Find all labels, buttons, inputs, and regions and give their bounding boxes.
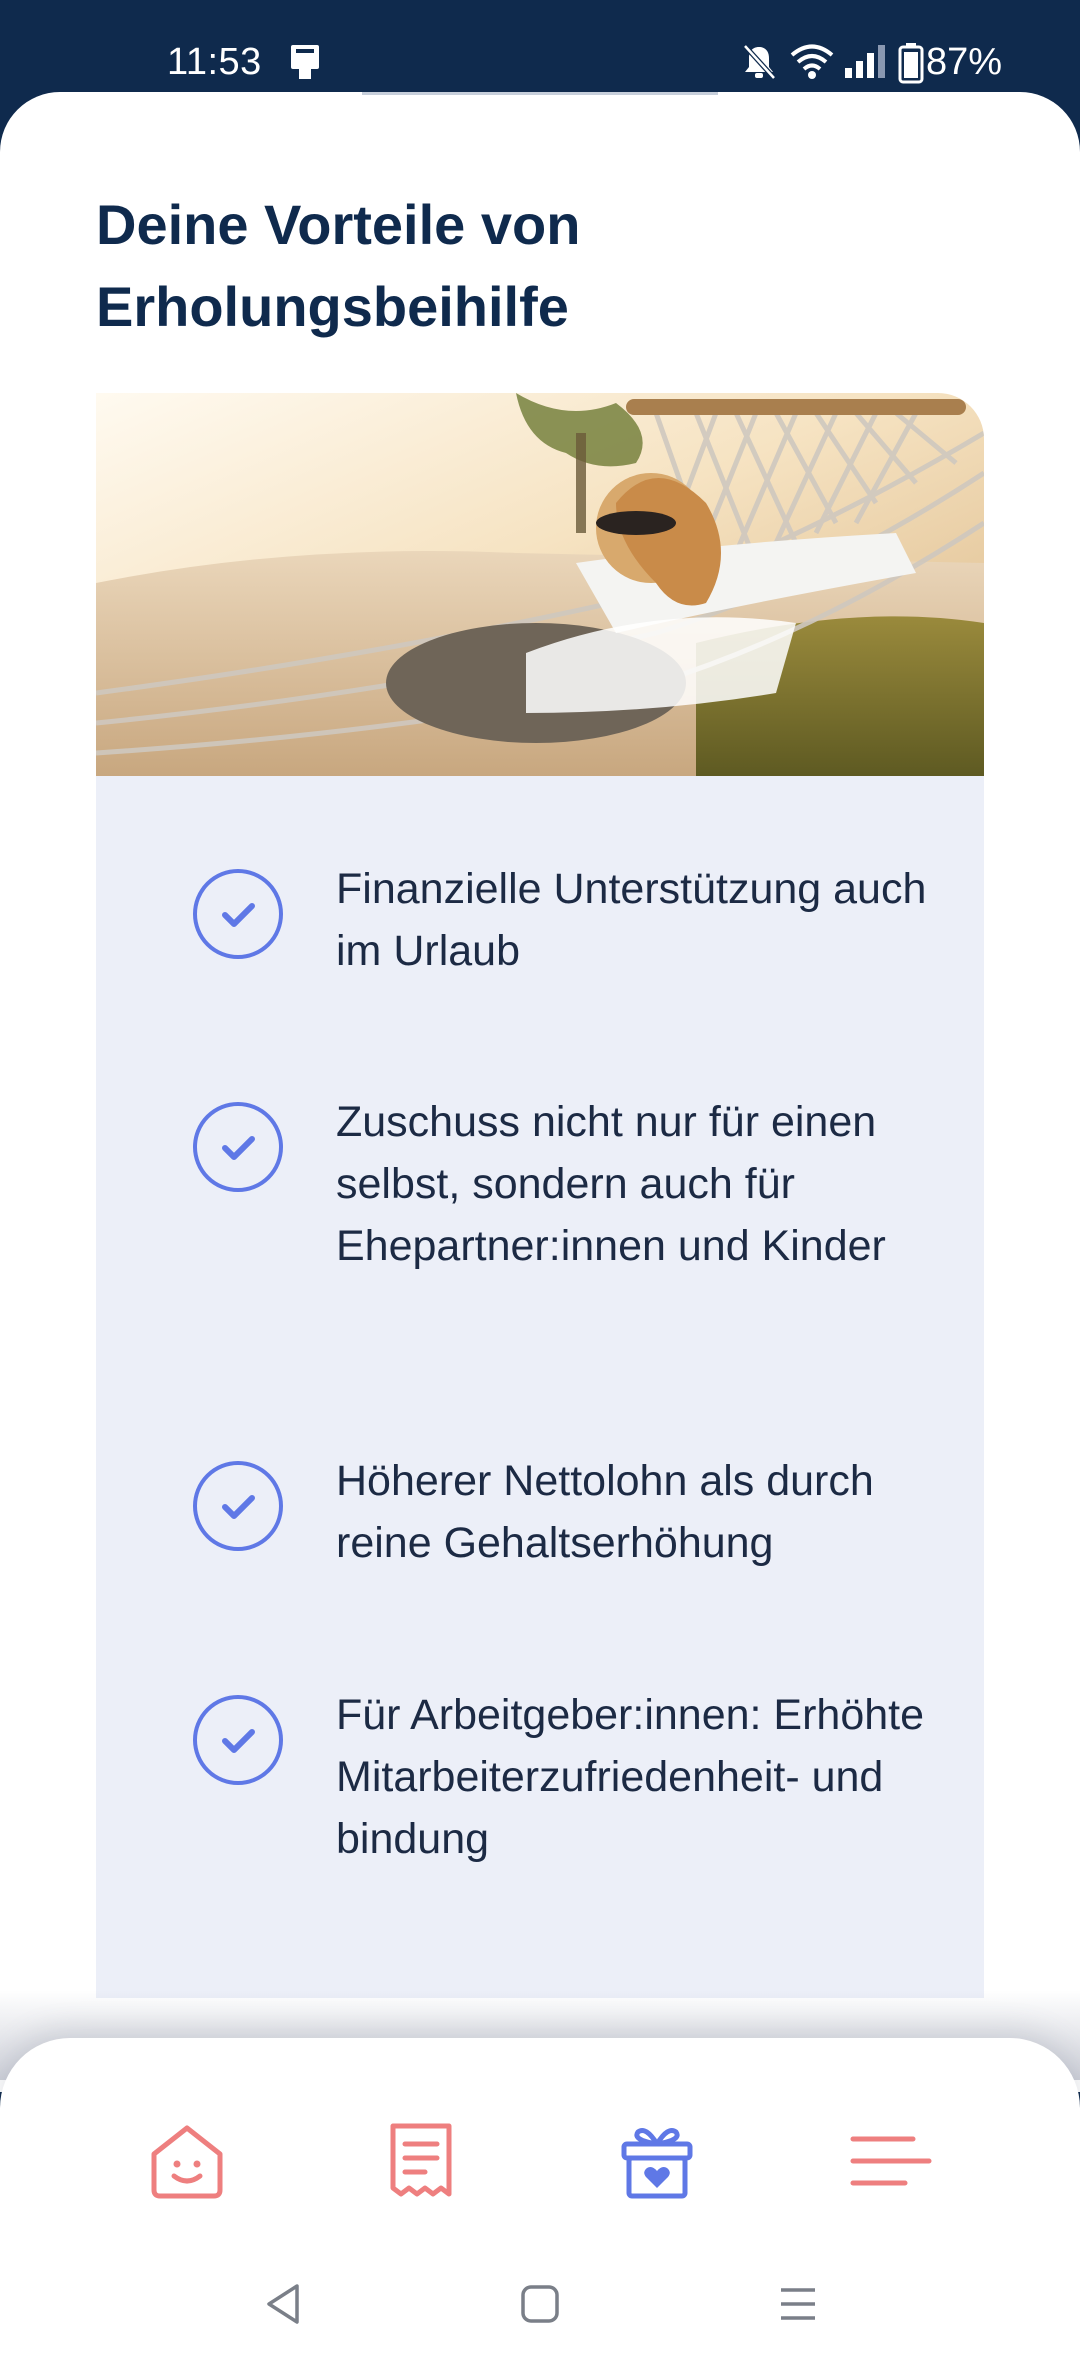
sheet-grabber <box>362 92 718 95</box>
battery-percent: 87% <box>926 41 1003 83</box>
battery-icon <box>898 42 924 89</box>
menu-icon <box>849 2131 933 2196</box>
system-back-button[interactable] <box>253 2276 313 2336</box>
home-square-icon <box>520 2284 560 2329</box>
back-triangle-icon <box>263 2282 303 2331</box>
status-time: 11:53 <box>167 41 262 83</box>
benefit-text: Höherer Nettolohn als durch reine Gehalt… <box>336 1457 874 1567</box>
content-sheet: Deine Vorteile von Erholungsbeihilfe Fin… <box>0 92 1080 2092</box>
check-circle-icon <box>192 1694 284 1786</box>
nav-benefits-button[interactable] <box>597 2103 717 2223</box>
system-recents-button[interactable] <box>768 2276 828 2336</box>
receipt-icon <box>383 2120 459 2207</box>
benefits-panel: Finanzielle Unterstützung auch im Urlaub… <box>96 776 984 1998</box>
page-title: Deine Vorteile von Erholungsbeihilfe <box>96 193 581 338</box>
nav-menu-button[interactable] <box>831 2103 951 2223</box>
check-circle-icon <box>192 1101 284 1193</box>
nav-home-button[interactable] <box>127 2103 247 2223</box>
nav-receipts-button[interactable] <box>361 2103 481 2223</box>
benefit-text: Zuschuss nicht nur für einen selbst, son… <box>336 1098 886 1270</box>
system-home-button[interactable] <box>510 2276 570 2336</box>
gift-heart-icon <box>616 2120 698 2207</box>
wifi-icon <box>789 42 835 87</box>
benefit-text: Finanzielle Unterstützung auch im Urlaub <box>336 865 927 975</box>
device-notification-icon <box>287 42 323 87</box>
hero-image <box>96 393 984 776</box>
signal-icon <box>843 42 887 87</box>
mute-bell-icon <box>740 42 778 87</box>
benefit-text: Für Arbeitgeber:innen: Erhöhte Mitarbeit… <box>336 1691 925 1863</box>
system-nav-bar <box>0 2220 1080 2376</box>
home-smile-icon <box>146 2120 228 2207</box>
check-circle-icon <box>192 1460 284 1552</box>
check-circle-icon <box>192 868 284 960</box>
recents-lines-icon <box>778 2284 818 2329</box>
